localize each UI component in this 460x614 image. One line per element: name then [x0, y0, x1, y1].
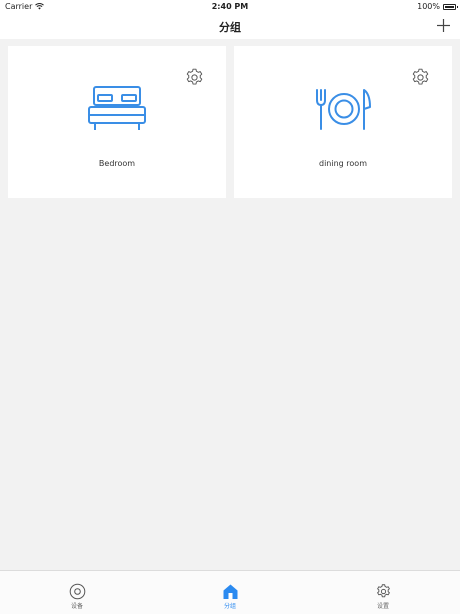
gear-icon [186, 68, 203, 85]
group-settings-button[interactable] [410, 67, 431, 88]
group-label: Bedroom [98, 159, 136, 168]
battery-percent: 100% [417, 2, 440, 11]
bed-icon [88, 86, 146, 130]
group-card-dining-room[interactable]: dining room [234, 46, 452, 198]
gear-icon [376, 584, 390, 598]
tab-label: 分组 [223, 603, 236, 610]
tab-groups[interactable]: 分组 [200, 583, 260, 610]
home-icon [223, 584, 237, 599]
tab-bar: 设备 分组 设置 [0, 570, 460, 614]
add-group-button[interactable] [435, 17, 452, 34]
battery-icon [443, 3, 458, 10]
group-label: dining room [319, 159, 367, 168]
page-title: 分组 [219, 21, 241, 34]
navigation-bar: 分组 [0, 13, 460, 39]
battery-indicator: 100% [417, 2, 458, 11]
device-circle-icon [69, 583, 85, 600]
tab-devices[interactable]: 设备 [47, 583, 107, 610]
tab-label: 设备 [70, 603, 83, 610]
tab-settings[interactable]: 设置 [353, 583, 413, 610]
plate-cutlery-icon [316, 89, 371, 130]
gear-icon [412, 68, 429, 85]
plus-icon [437, 19, 450, 32]
group-settings-button[interactable] [184, 67, 205, 88]
group-card-bedroom[interactable]: Bedroom [8, 46, 226, 198]
status-bar: Carrier 2:40 PM 100% [0, 0, 460, 13]
tab-label: 设置 [376, 603, 389, 610]
status-time: 2:40 PM [211, 2, 249, 11]
